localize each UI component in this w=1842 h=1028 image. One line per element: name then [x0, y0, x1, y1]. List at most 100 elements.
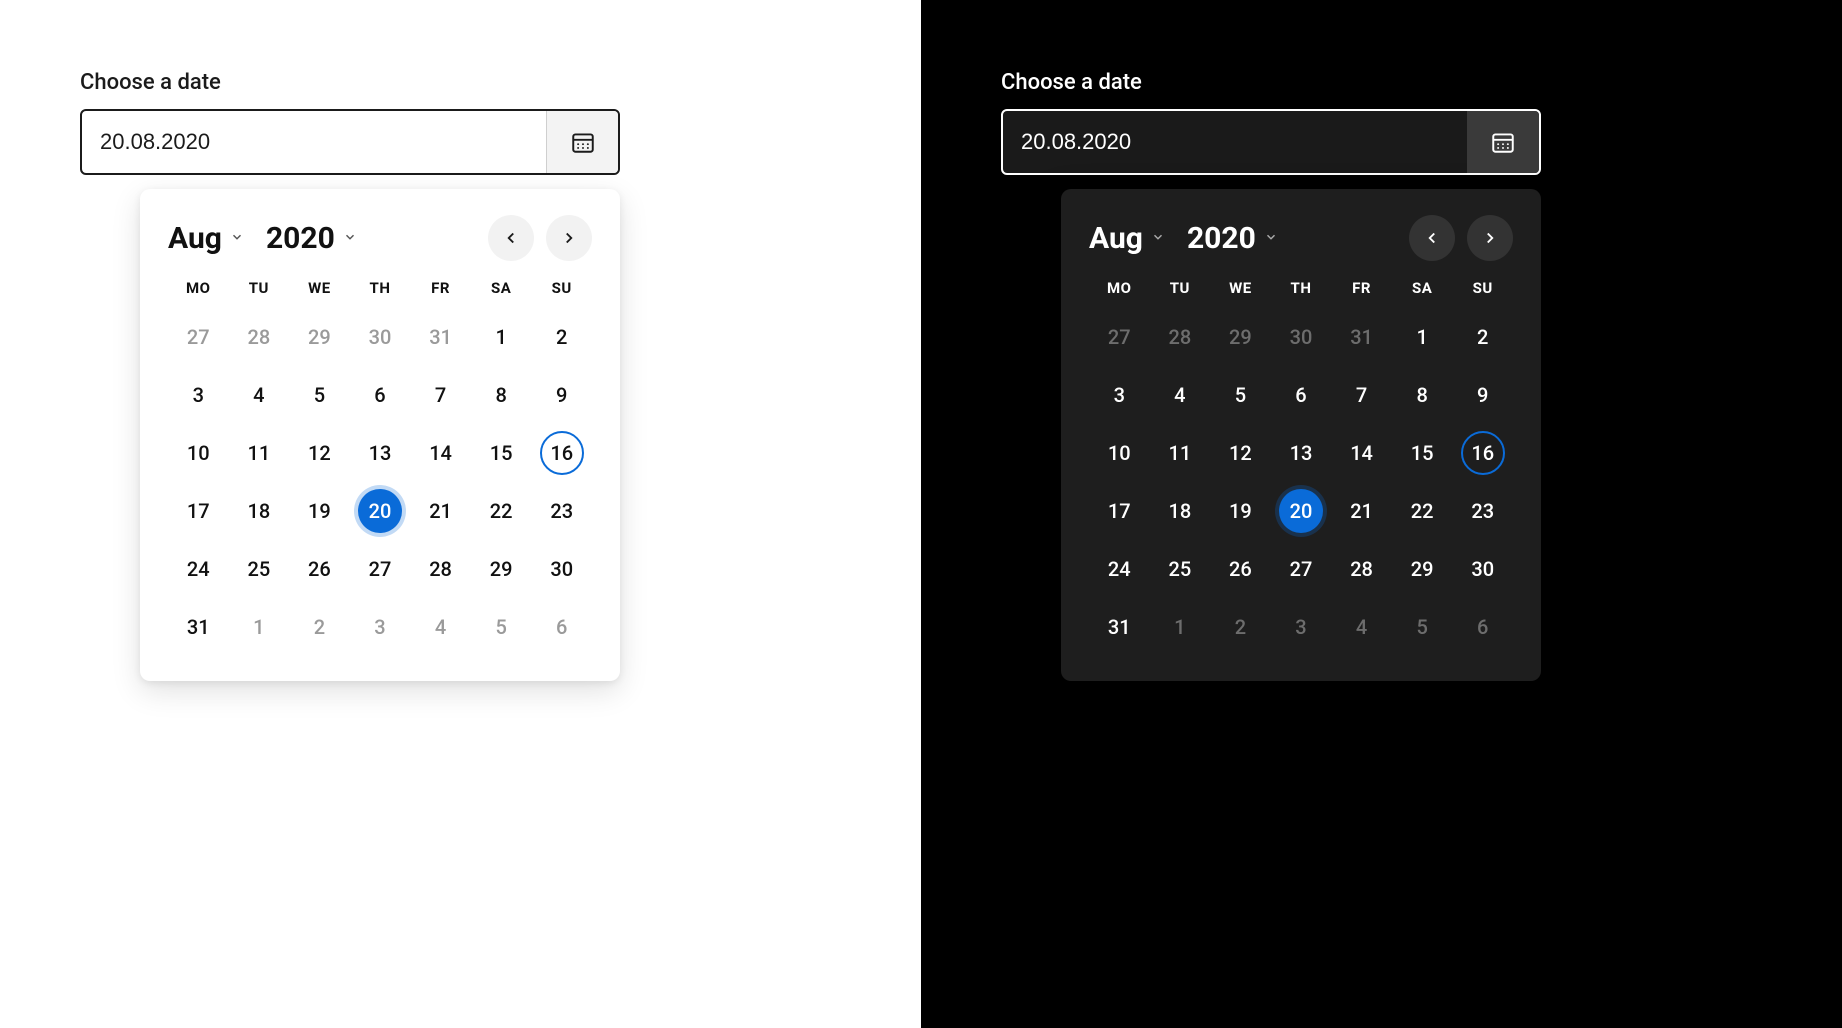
- day-cell[interactable]: 7: [410, 371, 471, 419]
- day-cell[interactable]: 15: [1392, 429, 1453, 477]
- day-cell[interactable]: 23: [1452, 487, 1513, 535]
- date-field: [1001, 109, 1541, 175]
- day-cell[interactable]: 21: [1331, 487, 1392, 535]
- day-cell[interactable]: 2: [1210, 603, 1271, 651]
- day-cell[interactable]: 14: [410, 429, 471, 477]
- day-cell[interactable]: 31: [168, 603, 229, 651]
- day-cell[interactable]: 3: [1271, 603, 1332, 651]
- day-cell[interactable]: 18: [229, 487, 290, 535]
- day-cell[interactable]: 1: [1392, 313, 1453, 361]
- day-cell[interactable]: 27: [1271, 545, 1332, 593]
- day-cell[interactable]: 28: [410, 545, 471, 593]
- day-cell[interactable]: 3: [1089, 371, 1150, 419]
- day-cell[interactable]: 4: [410, 603, 471, 651]
- day-cell[interactable]: 31: [410, 313, 471, 361]
- date-input[interactable]: [82, 111, 546, 173]
- day-cell[interactable]: 25: [1150, 545, 1211, 593]
- day-cell[interactable]: 12: [1210, 429, 1271, 477]
- date-input[interactable]: [1003, 111, 1467, 173]
- day-cell[interactable]: 9: [1452, 371, 1513, 419]
- day-cell[interactable]: 17: [1089, 487, 1150, 535]
- day-cell[interactable]: 5: [1210, 371, 1271, 419]
- next-month-button[interactable]: [546, 215, 592, 261]
- day-cell[interactable]: 29: [289, 313, 350, 361]
- day-cell[interactable]: 29: [471, 545, 532, 593]
- day-cell[interactable]: 21: [410, 487, 471, 535]
- day-cell[interactable]: 10: [1089, 429, 1150, 477]
- day-cell[interactable]: 29: [1210, 313, 1271, 361]
- open-calendar-button[interactable]: [1467, 111, 1539, 173]
- day-cell[interactable]: 23: [531, 487, 592, 535]
- day-cell[interactable]: 5: [1392, 603, 1453, 651]
- day-cell[interactable]: 6: [1271, 371, 1332, 419]
- month-selector[interactable]: Aug: [1089, 221, 1165, 256]
- day-cell[interactable]: 16: [531, 429, 592, 477]
- day-cell[interactable]: 8: [471, 371, 532, 419]
- day-cell[interactable]: 28: [229, 313, 290, 361]
- day-cell[interactable]: 24: [1089, 545, 1150, 593]
- day-cell[interactable]: 31: [1331, 313, 1392, 361]
- day-cell[interactable]: 6: [1452, 603, 1513, 651]
- next-month-button[interactable]: [1467, 215, 1513, 261]
- day-cell[interactable]: 2: [531, 313, 592, 361]
- day-cell[interactable]: 12: [289, 429, 350, 477]
- day-cell[interactable]: 30: [1271, 313, 1332, 361]
- day-cell[interactable]: 27: [168, 313, 229, 361]
- day-cell[interactable]: 11: [229, 429, 290, 477]
- day-cell[interactable]: 1: [229, 603, 290, 651]
- day-number: 21: [1340, 489, 1384, 533]
- day-number: 4: [237, 373, 281, 417]
- day-cell[interactable]: 7: [1331, 371, 1392, 419]
- day-cell[interactable]: 14: [1331, 429, 1392, 477]
- day-cell[interactable]: 15: [471, 429, 532, 477]
- day-cell[interactable]: 1: [471, 313, 532, 361]
- day-cell[interactable]: 5: [471, 603, 532, 651]
- day-cell[interactable]: 20: [350, 487, 411, 535]
- day-cell[interactable]: 17: [168, 487, 229, 535]
- day-cell[interactable]: 2: [1452, 313, 1513, 361]
- year-selector[interactable]: 2020: [266, 221, 357, 256]
- prev-month-button[interactable]: [488, 215, 534, 261]
- day-cell[interactable]: 9: [531, 371, 592, 419]
- day-cell[interactable]: 4: [1331, 603, 1392, 651]
- day-cell[interactable]: 13: [350, 429, 411, 477]
- day-cell[interactable]: 25: [229, 545, 290, 593]
- day-cell[interactable]: 28: [1331, 545, 1392, 593]
- day-cell[interactable]: 5: [289, 371, 350, 419]
- day-cell[interactable]: 19: [289, 487, 350, 535]
- prev-month-button[interactable]: [1409, 215, 1455, 261]
- day-cell[interactable]: 8: [1392, 371, 1453, 419]
- day-number: 2: [540, 315, 584, 359]
- day-cell[interactable]: 27: [350, 545, 411, 593]
- day-cell[interactable]: 26: [1210, 545, 1271, 593]
- day-cell[interactable]: 6: [350, 371, 411, 419]
- day-cell[interactable]: 30: [1452, 545, 1513, 593]
- day-cell[interactable]: 11: [1150, 429, 1211, 477]
- day-cell[interactable]: 20: [1271, 487, 1332, 535]
- day-cell[interactable]: 19: [1210, 487, 1271, 535]
- day-cell[interactable]: 31: [1089, 603, 1150, 651]
- day-cell[interactable]: 22: [1392, 487, 1453, 535]
- day-cell[interactable]: 29: [1392, 545, 1453, 593]
- day-cell[interactable]: 4: [229, 371, 290, 419]
- day-cell[interactable]: 3: [168, 371, 229, 419]
- day-cell[interactable]: 4: [1150, 371, 1211, 419]
- day-cell[interactable]: 24: [168, 545, 229, 593]
- day-cell[interactable]: 16: [1452, 429, 1513, 477]
- day-cell[interactable]: 18: [1150, 487, 1211, 535]
- day-cell[interactable]: 3: [350, 603, 411, 651]
- day-cell[interactable]: 30: [531, 545, 592, 593]
- day-cell[interactable]: 10: [168, 429, 229, 477]
- day-cell[interactable]: 30: [350, 313, 411, 361]
- open-calendar-button[interactable]: [546, 111, 618, 173]
- month-selector[interactable]: Aug: [168, 221, 244, 256]
- day-cell[interactable]: 27: [1089, 313, 1150, 361]
- year-selector[interactable]: 2020: [1187, 221, 1278, 256]
- day-cell[interactable]: 1: [1150, 603, 1211, 651]
- day-cell[interactable]: 13: [1271, 429, 1332, 477]
- day-cell[interactable]: 22: [471, 487, 532, 535]
- day-cell[interactable]: 26: [289, 545, 350, 593]
- day-cell[interactable]: 28: [1150, 313, 1211, 361]
- day-cell[interactable]: 6: [531, 603, 592, 651]
- day-cell[interactable]: 2: [289, 603, 350, 651]
